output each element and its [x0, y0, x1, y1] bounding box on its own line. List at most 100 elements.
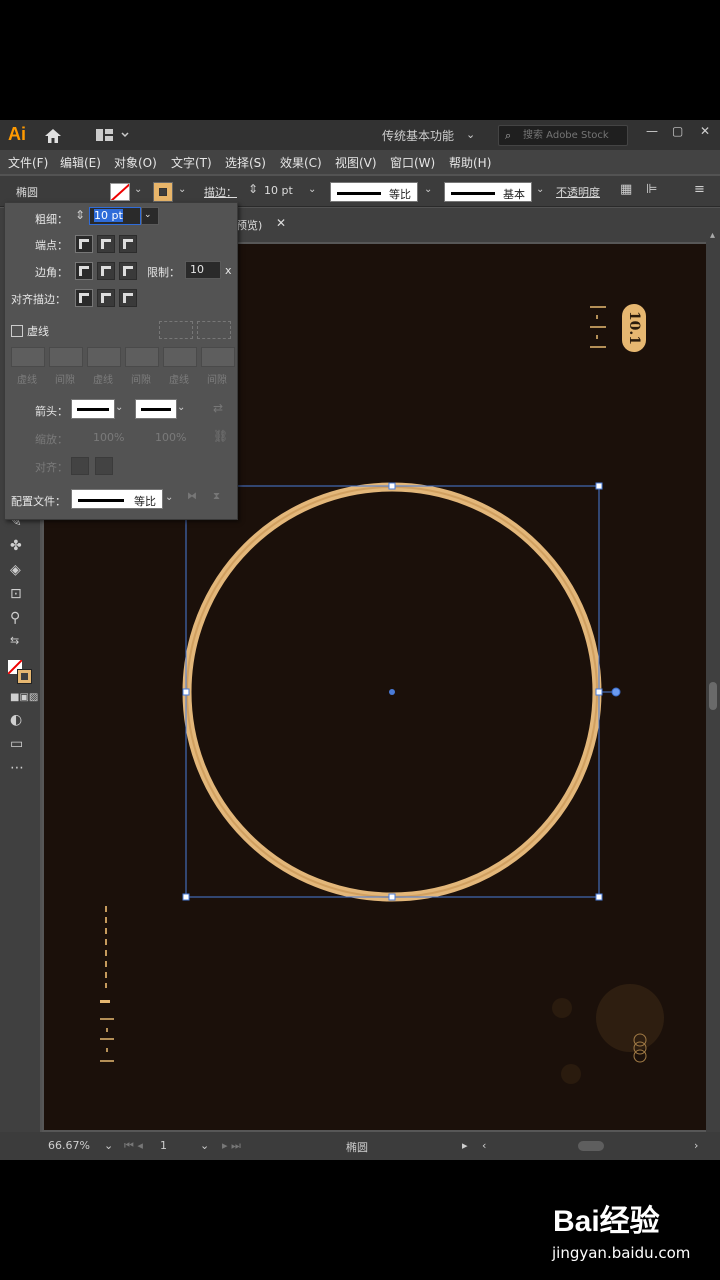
chevron-down-icon[interactable]: ⌄: [104, 1139, 113, 1152]
menu-window[interactable]: 窗口(W): [390, 154, 435, 171]
weight-dropdown[interactable]: ⌄: [141, 207, 159, 225]
brush-definition[interactable]: 基本: [444, 182, 532, 202]
flip-along-icon[interactable]: ⧓: [187, 491, 197, 502]
dash-input-1[interactable]: [11, 347, 45, 367]
dashed-line-checkbox[interactable]: [11, 325, 23, 337]
artboard-number[interactable]: 1: [160, 1139, 167, 1152]
minimize-icon[interactable]: —: [646, 124, 658, 138]
miter-join-button[interactable]: [75, 262, 93, 280]
preserve-dash-button[interactable]: [159, 321, 193, 339]
fill-stroke-indicator[interactable]: [8, 660, 32, 684]
arrow-place-button[interactable]: [95, 457, 113, 475]
recolor-icon[interactable]: ▦: [620, 182, 632, 197]
stroke-swatch[interactable]: [153, 182, 173, 202]
swap-arrowheads-icon[interactable]: ⇄: [213, 401, 223, 415]
gap-input-3[interactable]: [201, 347, 235, 367]
stepper-icon[interactable]: ⇕: [248, 182, 258, 196]
bevel-join-button[interactable]: [119, 262, 137, 280]
scale-start-value[interactable]: 100%: [93, 431, 124, 444]
document-tab[interactable]: 预览): [236, 217, 262, 233]
zoom-icon[interactable]: ⚲: [10, 610, 20, 626]
end-arrowhead-select[interactable]: [135, 399, 177, 419]
more-tools-icon[interactable]: ⋯: [10, 760, 24, 776]
chevron-down-icon[interactable]: ⌄: [308, 184, 316, 195]
align-dash-button[interactable]: [197, 321, 231, 339]
align-outside-button[interactable]: [119, 289, 137, 307]
menu-effect[interactable]: 效果(C): [280, 154, 322, 171]
corner-label: 边角：: [35, 266, 68, 279]
projecting-cap-button[interactable]: [119, 235, 137, 253]
start-arrowhead-select[interactable]: [71, 399, 115, 419]
round-join-button[interactable]: [97, 262, 115, 280]
scroll-up-icon[interactable]: ▴: [710, 230, 715, 241]
stock-search-input[interactable]: [523, 126, 623, 145]
color-mode-icons[interactable]: ■▣▨: [10, 692, 38, 703]
variable-width-profile[interactable]: 等比: [330, 182, 418, 202]
fill-swatch[interactable]: [110, 183, 130, 201]
menu-view[interactable]: 视图(V): [335, 154, 377, 171]
workspace-switcher[interactable]: 传统基本功能: [382, 127, 454, 144]
menu-select[interactable]: 选择(S): [225, 154, 266, 171]
menu-type[interactable]: 文字(T): [171, 154, 212, 171]
chevron-down-icon[interactable]: ⌄: [536, 184, 544, 195]
weight-stepper-icon[interactable]: ⇕: [75, 208, 85, 222]
limit-input[interactable]: 10: [185, 261, 221, 279]
arrow-extend-button[interactable]: [71, 457, 89, 475]
close-icon[interactable]: ✕: [700, 124, 710, 138]
maximize-icon[interactable]: ▢: [672, 124, 683, 138]
chevron-down-icon[interactable]: ⌄: [134, 184, 142, 195]
menu-help[interactable]: 帮助(H): [449, 154, 491, 171]
round-cap-button[interactable]: [97, 235, 115, 253]
profile-select[interactable]: 等比: [71, 489, 163, 509]
align-inside-button[interactable]: [97, 289, 115, 307]
close-tab-icon[interactable]: ✕: [276, 216, 286, 230]
arrange-documents-icon[interactable]: [96, 128, 130, 142]
last-artboard-icon[interactable]: ▸ ⏭: [222, 1139, 241, 1153]
drawing-mode-icon[interactable]: ◐: [10, 712, 22, 728]
menu-object[interactable]: 对象(O): [114, 154, 157, 171]
chevron-down-icon[interactable]: ⌄: [177, 402, 185, 413]
stroke-color-swatch[interactable]: [17, 669, 32, 684]
menu-file[interactable]: 文件(F): [8, 154, 48, 171]
chevron-down-icon[interactable]: ⌄: [466, 128, 475, 141]
screen-mode-icon[interactable]: ▭: [10, 736, 23, 752]
scroll-right-icon[interactable]: ›: [694, 1139, 698, 1152]
ellipse-object[interactable]: [180, 480, 624, 904]
menu-edit[interactable]: 编辑(E): [60, 154, 101, 171]
dash-input-2[interactable]: [87, 347, 121, 367]
butt-cap-button[interactable]: [75, 235, 93, 253]
vertical-scrollbar[interactable]: [706, 242, 720, 1132]
puppet-warp-icon[interactable]: ✤: [10, 538, 22, 554]
gap-input-1[interactable]: [49, 347, 83, 367]
stock-search[interactable]: ⌕: [498, 125, 628, 146]
status-menu-icon[interactable]: ▸: [462, 1139, 468, 1152]
first-artboard-icon[interactable]: ⏮ ◂: [124, 1139, 143, 1153]
horizontal-scroll-thumb[interactable]: [578, 1141, 604, 1151]
chevron-down-icon[interactable]: ⌄: [115, 402, 123, 413]
chevron-down-icon[interactable]: ⌄: [200, 1139, 209, 1152]
align-center-button[interactable]: [75, 289, 93, 307]
shape-builder-icon[interactable]: ◈: [10, 562, 21, 578]
current-tool-name: 椭圆: [346, 1141, 368, 1154]
flip-across-icon[interactable]: ⧗: [213, 491, 220, 502]
home-icon[interactable]: [44, 128, 62, 144]
dash-input-3[interactable]: [163, 347, 197, 367]
weight-input[interactable]: 10 pt: [89, 207, 141, 225]
swap-fill-stroke-icon[interactable]: ⇆: [10, 634, 19, 647]
link-scale-icon[interactable]: ⛓: [213, 429, 228, 443]
scroll-thumb[interactable]: [709, 682, 717, 710]
stroke-label[interactable]: 描边：: [204, 184, 237, 200]
artboard-icon[interactable]: ⊡: [10, 586, 22, 602]
scroll-left-icon[interactable]: ‹: [482, 1139, 486, 1152]
gap-input-2[interactable]: [125, 347, 159, 367]
scale-end-value[interactable]: 100%: [155, 431, 186, 444]
panel-menu-icon[interactable]: ≡: [694, 182, 705, 197]
zoom-level[interactable]: 66.67%: [48, 1139, 90, 1152]
opacity-label[interactable]: 不透明度: [556, 184, 600, 200]
stroke-weight-value[interactable]: 10 pt: [264, 184, 293, 197]
title-bar: Ai 传统基本功能 ⌄ ⌕ — ▢ ✕: [0, 120, 720, 150]
chevron-down-icon[interactable]: ⌄: [178, 184, 186, 195]
align-icon[interactable]: ⊫: [646, 182, 657, 197]
chevron-down-icon[interactable]: ⌄: [424, 184, 432, 195]
chevron-down-icon[interactable]: ⌄: [165, 492, 173, 503]
